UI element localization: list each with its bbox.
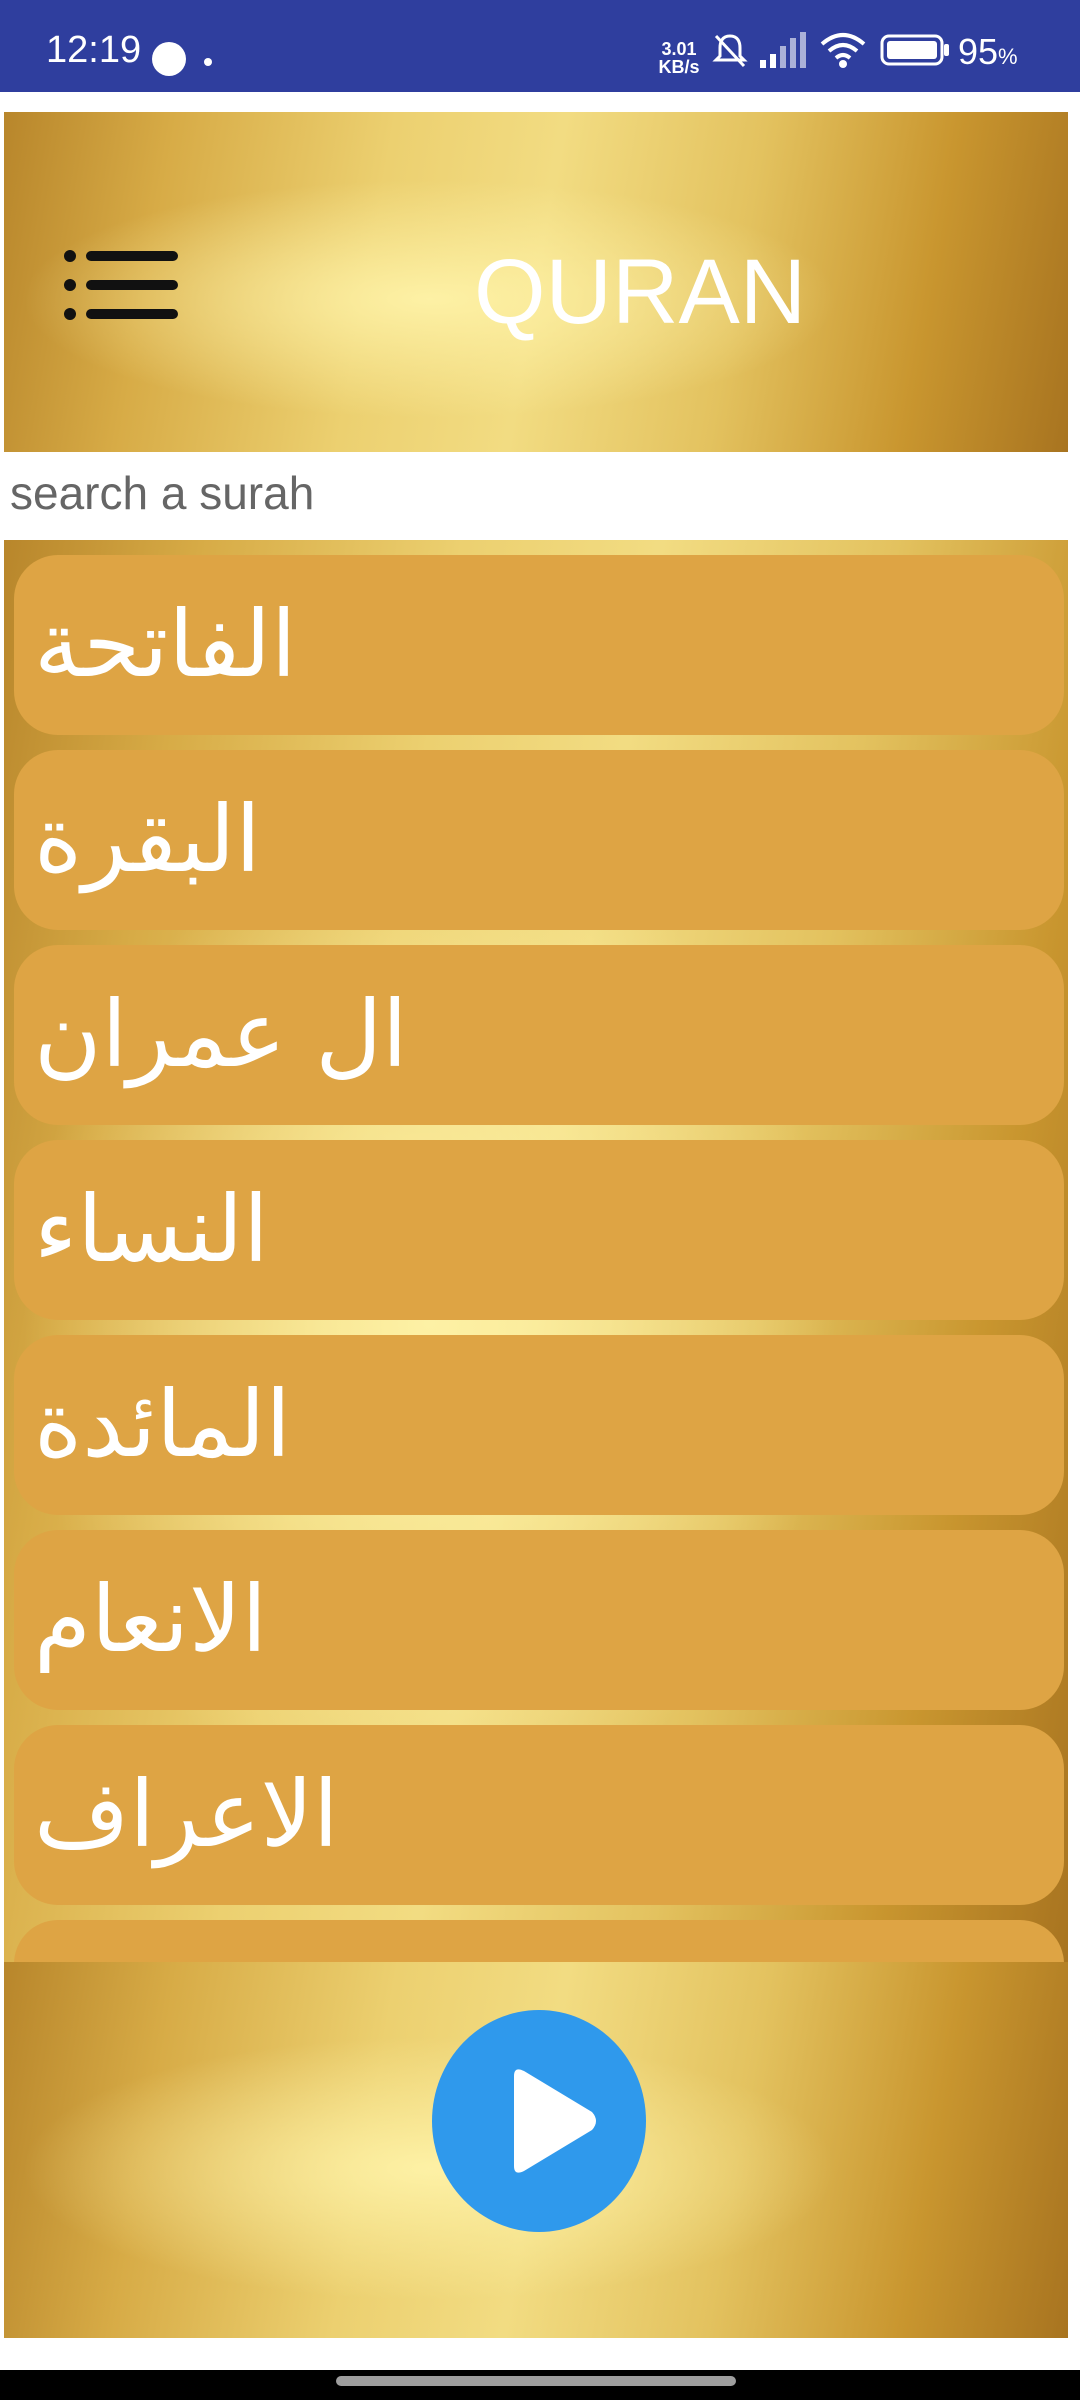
surah-name: النساء <box>34 1176 269 1283</box>
home-gesture-handle[interactable] <box>336 2376 736 2386</box>
surah-name: المائدة <box>34 1371 291 1478</box>
wifi-icon <box>820 33 866 68</box>
surah-item-partial[interactable] <box>14 1920 1064 1962</box>
surah-item-anam[interactable]: الانعام <box>14 1530 1064 1710</box>
surah-item-al-imran[interactable]: ال عمران <box>14 945 1064 1125</box>
battery-percent: 95% <box>958 30 1018 79</box>
surah-item-baqara[interactable]: البقرة <box>14 750 1064 930</box>
record-dot-icon <box>152 42 186 76</box>
battery-percent-value: 95 <box>958 31 999 72</box>
surah-name: البقرة <box>34 786 261 893</box>
status-time: 12:19 <box>46 29 142 71</box>
network-speed-unit: KB/s <box>658 57 700 77</box>
play-button[interactable] <box>432 2010 646 2232</box>
search-input[interactable] <box>4 462 1068 524</box>
surah-item-maida[interactable]: المائدة <box>14 1335 1064 1515</box>
app-title: QURAN <box>474 241 807 343</box>
battery-percent-unit: % <box>998 44 1018 69</box>
notification-dot-icon <box>204 58 212 66</box>
surah-item-araf[interactable]: الاعراف <box>14 1725 1064 1905</box>
battery-icon <box>880 34 949 66</box>
mute-bell-icon <box>712 34 748 68</box>
hamburger-menu-icon[interactable] <box>62 248 180 340</box>
app-header: QURAN <box>4 112 1068 452</box>
status-bar: 12:19 3.01 KB/s 95% <box>0 0 1080 92</box>
surah-item-fatiha[interactable]: الفاتحة <box>14 555 1064 735</box>
surah-name: ال عمران <box>34 981 408 1088</box>
signal-icon <box>760 32 806 68</box>
surah-list[interactable]: الفاتحة البقرة ال عمران النساء المائدة ا… <box>4 540 1068 1962</box>
surah-name: الانعام <box>34 1566 268 1673</box>
surah-item-nisa[interactable]: النساء <box>14 1140 1064 1320</box>
network-speed: 3.01 KB/s <box>654 40 704 76</box>
network-speed-value: 3.01 <box>661 39 697 59</box>
play-icon <box>514 2069 596 2173</box>
surah-name: الفاتحة <box>34 591 297 698</box>
surah-name: الاعراف <box>34 1761 339 1868</box>
